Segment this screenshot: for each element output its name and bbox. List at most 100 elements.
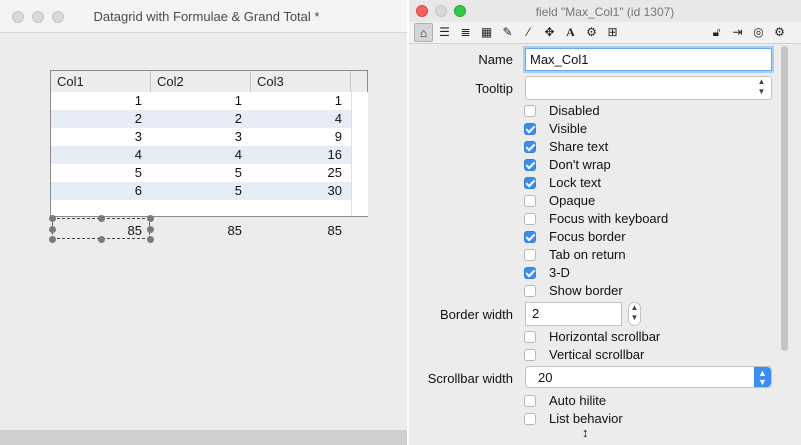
- checkbox-label: Vertical scrollbar: [549, 347, 645, 362]
- checkbox-unchecked[interactable]: [524, 105, 536, 117]
- checkbox-unchecked[interactable]: [524, 331, 536, 343]
- column-header-col2[interactable]: Col2: [151, 71, 251, 92]
- title-bar[interactable]: Datagrid with Formulae & Grand Total *: [0, 0, 407, 33]
- checkbox-label: Visible: [549, 121, 588, 136]
- table-row[interactable]: 111: [51, 92, 351, 110]
- checkbox-checked[interactable]: [524, 231, 536, 243]
- resize-handle[interactable]: [147, 215, 154, 222]
- checkbox-checked[interactable]: [524, 177, 536, 189]
- border-width-label: Border width: [440, 307, 513, 322]
- checkbox-label: Show border: [549, 283, 623, 298]
- home-icon[interactable]: ⌂: [414, 23, 433, 42]
- resize-handle[interactable]: [98, 236, 105, 243]
- resize-handle[interactable]: [49, 236, 56, 243]
- checkbox-checked[interactable]: [524, 267, 536, 279]
- crosshair-icon[interactable]: ⊞: [603, 23, 622, 42]
- datagrid-header: Col1 Col2 Col3: [51, 71, 367, 93]
- checkbox-label: Share text: [549, 139, 609, 154]
- table-row[interactable]: 224: [51, 110, 351, 128]
- table-cell[interactable]: 2: [151, 110, 242, 128]
- resize-cursor-icon: ↕: [582, 425, 589, 440]
- tooltip-label: Tooltip: [475, 81, 513, 96]
- resize-handle[interactable]: [147, 226, 154, 233]
- target-icon[interactable]: ◎: [749, 23, 768, 42]
- table-cell[interactable]: 5: [151, 164, 242, 182]
- table-cell[interactable]: 9: [251, 128, 342, 146]
- export-icon[interactable]: ⇥: [728, 23, 747, 42]
- checkbox-unchecked[interactable]: [524, 195, 536, 207]
- table-cell[interactable]: 4: [151, 146, 242, 164]
- table-cell[interactable]: 5: [151, 182, 242, 200]
- resize-handle[interactable]: [49, 215, 56, 222]
- checkbox-label: Focus with keyboard: [549, 211, 669, 226]
- database-icon[interactable]: ≣: [456, 23, 475, 42]
- table-cell[interactable]: 25: [251, 164, 342, 182]
- table-cell[interactable]: 2: [51, 110, 142, 128]
- checkbox-unchecked[interactable]: [524, 413, 536, 425]
- checkbox-unchecked[interactable]: [524, 349, 536, 361]
- table-cell[interactable]: 3: [51, 128, 142, 146]
- table-cell[interactable]: 3: [151, 128, 242, 146]
- table-cell[interactable]: 4: [51, 146, 142, 164]
- table-row[interactable]: 339: [51, 128, 351, 146]
- chevron-updown-icon[interactable]: ▲ ▼: [754, 367, 771, 387]
- table-cell[interactable]: 16: [251, 146, 342, 164]
- table-row[interactable]: 5 5 25: [51, 164, 351, 182]
- checkbox-checked[interactable]: [524, 141, 536, 153]
- column-header-col3[interactable]: Col3: [251, 71, 351, 92]
- checkbox-unchecked[interactable]: [524, 249, 536, 261]
- list-icon[interactable]: ☰: [435, 23, 454, 42]
- checkbox-checked[interactable]: [524, 159, 536, 171]
- resize-handle[interactable]: [98, 215, 105, 222]
- lock-icon[interactable]: 🔓︎: [707, 23, 726, 42]
- table-cell[interactable]: 4: [251, 110, 342, 128]
- table-cell[interactable]: 1: [251, 92, 342, 110]
- resize-handle[interactable]: [147, 236, 154, 243]
- table-cell[interactable]: 1: [151, 92, 242, 110]
- checkbox-unchecked[interactable]: [524, 395, 536, 407]
- window-title: Datagrid with Formulae & Grand Total *: [93, 9, 320, 24]
- table-cell[interactable]: 1: [51, 92, 142, 110]
- grid-icon[interactable]: ▦: [477, 23, 496, 42]
- window-title: field "Max_Col1" (id 1307): [535, 5, 675, 19]
- datagrid-scrollbar[interactable]: [351, 92, 368, 216]
- name-label: Name: [478, 52, 513, 67]
- wand-icon[interactable]: ⁄: [519, 23, 538, 42]
- checkbox-label: 3-D: [549, 265, 570, 280]
- checkbox-label: Focus border: [549, 229, 626, 244]
- name-field[interactable]: Max_Col1: [525, 48, 772, 71]
- inspector-scrollbar[interactable]: [781, 46, 788, 351]
- checkbox-label: Lock text: [549, 175, 602, 190]
- text-icon[interactable]: A: [561, 23, 580, 42]
- settings-icon[interactable]: ⚙: [770, 23, 789, 42]
- resize-handle[interactable]: [49, 226, 56, 233]
- property-inspector-window: field "Max_Col1" (id 1307) ⌂ ☰ ≣ ▦ ✎ ⁄ ✥…: [409, 0, 801, 445]
- checkbox-label: Don't wrap: [549, 157, 611, 172]
- table-cell[interactable]: 5: [51, 164, 142, 182]
- tooltip-stepper-icon[interactable]: ▲ ▼: [755, 77, 768, 99]
- checkbox-unchecked[interactable]: [524, 285, 536, 297]
- checkbox-label: Disabled: [549, 103, 600, 118]
- title-bar[interactable]: field "Max_Col1" (id 1307): [409, 0, 801, 23]
- table-cell[interactable]: 30: [251, 182, 342, 200]
- border-width-field[interactable]: 2: [525, 302, 622, 326]
- scrollbar-width-select[interactable]: 20 ▲ ▼: [525, 366, 772, 388]
- scrollbar-width-label: Scrollbar width: [427, 371, 513, 386]
- checkbox-unchecked[interactable]: [524, 213, 536, 225]
- pencil-icon[interactable]: ✎: [498, 23, 517, 42]
- checkbox-label: Auto hilite: [549, 393, 607, 408]
- gear-cluster-icon[interactable]: ⚙: [582, 23, 601, 42]
- window-bottom-edge: [0, 430, 407, 445]
- checkbox-checked[interactable]: [524, 123, 536, 135]
- table-row[interactable]: 4 4 16: [51, 146, 351, 164]
- table-cell[interactable]: 6: [51, 182, 142, 200]
- total-col2: 85: [227, 223, 242, 238]
- datagrid[interactable]: Col1 Col2 Col3 1 1 1 2 2 4 3 3 9 4 4 16 5 5 25 6 5 30: [50, 70, 368, 217]
- checkbox-label: Horizontal scrollbar: [549, 329, 661, 344]
- table-row[interactable]: 6 5 30: [51, 182, 351, 200]
- checkbox-label: Opaque: [549, 193, 596, 208]
- border-width-stepper-icon[interactable]: ▲ ▼: [628, 302, 641, 326]
- move-icon[interactable]: ✥: [540, 23, 559, 42]
- column-header-col1[interactable]: Col1: [51, 71, 151, 92]
- tooltip-field[interactable]: [525, 76, 772, 100]
